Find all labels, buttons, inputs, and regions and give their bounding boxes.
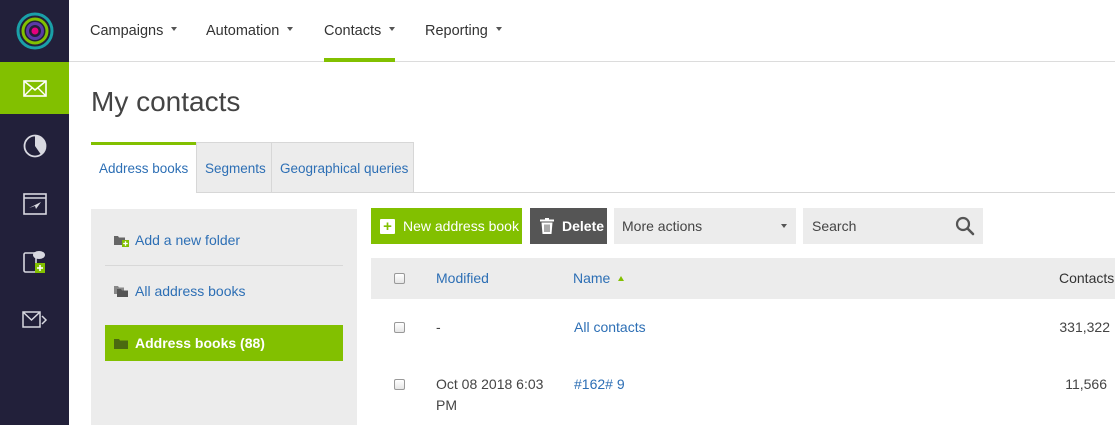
more-actions-label: More actions	[622, 218, 703, 234]
folder-divider	[105, 265, 343, 266]
add-folder-label: Add a new folder	[135, 232, 241, 248]
all-address-books-link[interactable]: All address books	[105, 273, 343, 309]
tab-address-books[interactable]: Address books	[91, 142, 196, 193]
row-name-link[interactable]: All contacts	[574, 319, 646, 335]
address-books-folder-label: Address books (88)	[135, 335, 265, 351]
device-add-icon	[22, 251, 45, 273]
top-navigation: Campaigns Automation Contacts Reporting	[69, 0, 1115, 62]
row-modified: -	[436, 319, 441, 335]
tab-geographical-queries[interactable]: Geographical queries	[271, 142, 414, 193]
nav-automation-label: Automation	[206, 23, 280, 39]
sort-ascending-icon	[618, 275, 625, 281]
nav-contacts-label: Contacts	[324, 23, 382, 39]
nav-reporting[interactable]	[0, 120, 69, 172]
pie-chart-icon	[23, 134, 46, 158]
row-name-link[interactable]: #162# 9	[574, 376, 625, 392]
nav-campaigns-menu[interactable]: Campaigns	[90, 0, 178, 62]
nav-transactional[interactable]	[0, 294, 69, 346]
folders-icon	[114, 286, 128, 297]
browser-plane-icon	[22, 193, 47, 215]
new-address-book-button[interactable]: + New address book	[371, 208, 522, 244]
nav-automation-menu[interactable]: Automation	[206, 0, 294, 62]
plus-icon: +	[380, 218, 395, 234]
row-modified-line2: PM	[436, 397, 457, 413]
row-modified: Oct 08 2018 6:03	[436, 376, 544, 392]
header-contacts[interactable]: Contacts	[1059, 258, 1114, 299]
search-box	[803, 208, 983, 244]
page-title: My contacts	[91, 86, 241, 117]
row-checkbox[interactable]	[394, 322, 405, 333]
table-header: Modified Name Contacts	[371, 258, 1115, 299]
row-checkbox[interactable]	[394, 379, 405, 390]
nav-reporting-menu[interactable]: Reporting	[425, 0, 502, 62]
header-name-label: Name	[573, 270, 611, 286]
more-actions-dropdown[interactable]: More actions	[614, 208, 796, 244]
app-logo[interactable]	[0, 0, 69, 62]
select-all-checkbox[interactable]	[394, 273, 405, 284]
row-contacts-count: 11,566	[1065, 376, 1107, 392]
folder-add-icon	[114, 236, 129, 247]
delete-label: Delete	[562, 218, 605, 234]
nav-landing-pages[interactable]	[0, 178, 69, 230]
search-icon[interactable]	[955, 216, 975, 236]
tab-segments[interactable]: Segments	[196, 142, 272, 193]
envelope-icon	[22, 79, 47, 97]
header-name[interactable]: Name	[573, 258, 625, 299]
trash-icon	[540, 218, 554, 234]
search-input[interactable]	[803, 208, 948, 244]
nav-reporting-label: Reporting	[425, 23, 488, 39]
tab-divider	[196, 192, 1115, 193]
folder-icon	[114, 339, 128, 349]
logo-icon	[16, 12, 53, 50]
all-address-books-label: All address books	[135, 283, 246, 299]
caret-down-icon	[781, 224, 787, 228]
header-modified[interactable]: Modified	[436, 258, 489, 299]
left-sidebar	[0, 0, 69, 425]
address-books-folder[interactable]: Address books (88)	[105, 325, 343, 361]
delete-button[interactable]: Delete	[530, 208, 607, 244]
new-address-book-label: New address book	[403, 218, 519, 234]
caret-down-icon	[495, 27, 502, 32]
nav-campaigns-label: Campaigns	[90, 23, 164, 39]
nav-email[interactable]	[0, 62, 69, 114]
add-folder-link[interactable]: Add a new folder	[105, 222, 343, 258]
caret-down-icon	[171, 27, 178, 32]
envelope-code-icon	[21, 311, 47, 328]
folder-panel: Add a new folder All address books Addre…	[91, 209, 357, 425]
nav-sms[interactable]	[0, 236, 69, 288]
nav-contacts-menu[interactable]: Contacts	[324, 0, 396, 62]
caret-down-icon	[287, 27, 294, 32]
caret-down-icon	[389, 27, 396, 32]
row-contacts-count: 331,322	[1059, 319, 1110, 335]
